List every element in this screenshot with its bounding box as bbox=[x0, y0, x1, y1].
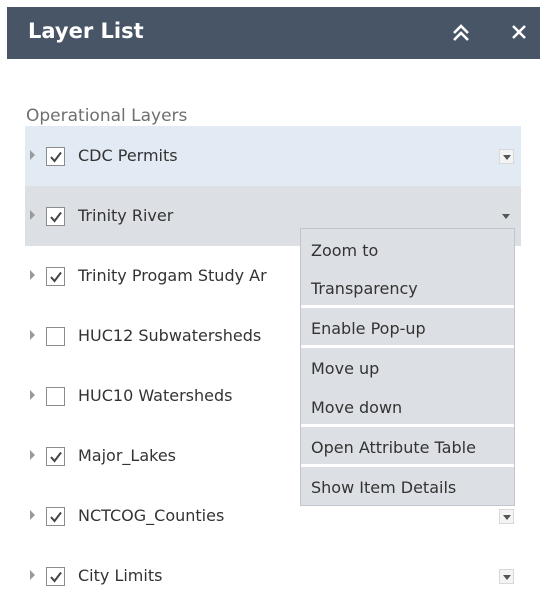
layer-checkbox[interactable] bbox=[46, 567, 65, 586]
menu-item-zoom-to[interactable]: Zoom to bbox=[311, 241, 378, 260]
operational-layers-label: Operational Layers bbox=[26, 106, 188, 126]
layer-menu-dropdown-icon[interactable] bbox=[499, 149, 514, 164]
expand-arrow-icon[interactable] bbox=[30, 390, 35, 400]
expand-arrow-icon[interactable] bbox=[30, 210, 35, 220]
panel-title: Layer List bbox=[28, 19, 144, 43]
menu-item-move-down[interactable]: Move down bbox=[311, 398, 402, 417]
expand-arrow-icon[interactable] bbox=[30, 510, 35, 520]
checkmark-icon bbox=[50, 271, 62, 283]
menu-item-transparency[interactable]: Transparency bbox=[311, 279, 418, 298]
expand-arrow-icon[interactable] bbox=[30, 150, 35, 160]
layer-checkbox[interactable] bbox=[46, 207, 65, 226]
expand-arrow-icon[interactable] bbox=[30, 330, 35, 340]
menu-separator bbox=[301, 345, 514, 348]
menu-item-enable-popup[interactable]: Enable Pop-up bbox=[311, 319, 426, 338]
menu-separator bbox=[301, 424, 514, 427]
expand-arrow-icon[interactable] bbox=[30, 450, 35, 460]
checkmark-icon bbox=[50, 211, 62, 223]
layer-label: Trinity River bbox=[78, 206, 174, 225]
layer-row-cdc-permits[interactable]: CDC Permits bbox=[25, 126, 521, 186]
layer-menu-dropdown-icon[interactable] bbox=[499, 569, 514, 584]
layer-label: Major_Lakes bbox=[78, 446, 177, 465]
layer-checkbox[interactable] bbox=[46, 387, 65, 406]
layer-checkbox[interactable] bbox=[46, 507, 65, 526]
expand-arrow-icon[interactable] bbox=[30, 270, 35, 280]
layer-label: Trinity Progam Study Ar bbox=[78, 266, 267, 285]
layer-menu-dropdown-icon[interactable] bbox=[499, 509, 514, 524]
menu-item-open-attribute-table[interactable]: Open Attribute Table bbox=[311, 438, 476, 457]
layer-label: NCTCOG_Counties bbox=[78, 506, 225, 525]
layer-label: CDC Permits bbox=[78, 146, 178, 165]
layer-label: City Limits bbox=[78, 566, 163, 585]
checkmark-icon bbox=[50, 511, 62, 523]
menu-separator bbox=[301, 464, 514, 467]
checkmark-icon bbox=[50, 151, 62, 163]
layer-label: HUC10 Watersheds bbox=[78, 386, 233, 405]
layer-checkbox[interactable] bbox=[46, 267, 65, 286]
expand-arrow-icon[interactable] bbox=[30, 570, 35, 580]
layer-row-city-limits[interactable]: City Limits bbox=[25, 546, 521, 596]
layer-label: HUC12 Subwatersheds bbox=[78, 326, 262, 345]
checkmark-icon bbox=[50, 451, 62, 463]
checkmark-icon bbox=[50, 571, 62, 583]
layer-menu-dropdown-icon[interactable] bbox=[499, 209, 514, 224]
menu-separator bbox=[301, 305, 514, 308]
menu-item-move-up[interactable]: Move up bbox=[311, 359, 379, 378]
layer-checkbox[interactable] bbox=[46, 447, 65, 466]
double-chevron-up-icon[interactable] bbox=[450, 21, 472, 43]
close-icon[interactable] bbox=[508, 20, 530, 42]
layer-checkbox[interactable] bbox=[46, 327, 65, 346]
layer-checkbox[interactable] bbox=[46, 147, 65, 166]
layer-list-header: Layer List bbox=[7, 7, 540, 59]
menu-item-show-item-details[interactable]: Show Item Details bbox=[311, 478, 456, 497]
layer-context-menu: Zoom to Transparency Enable Pop-up Move … bbox=[300, 228, 515, 506]
